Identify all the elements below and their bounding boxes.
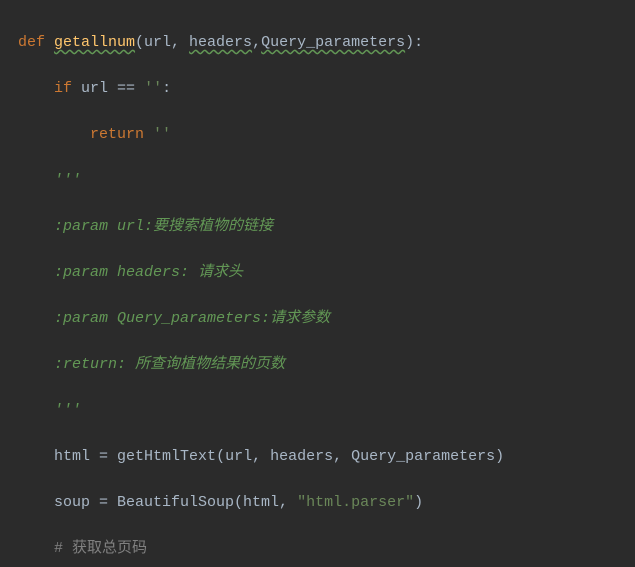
code-editor[interactable]: def getallnum(url, headers,Query_paramet… <box>0 0 635 567</box>
docstring-close: ''' <box>54 402 81 419</box>
assign: html = <box>54 448 117 465</box>
code-line: ''' <box>18 399 635 422</box>
string-empty: '' <box>135 80 162 97</box>
code-line: return '' <box>18 123 635 146</box>
close: ) <box>414 494 423 511</box>
comment: # 获取总页码 <box>54 540 147 557</box>
code-line: :param url:要搜索植物的链接 <box>18 215 635 238</box>
params-close: ): <box>405 34 423 51</box>
function-name: getallnum <box>54 34 135 51</box>
args: (url, headers, Query_parameters) <box>216 448 504 465</box>
code-line: html = getHtmlText(url, headers, Query_p… <box>18 445 635 468</box>
code-line: :param headers: 请求头 <box>18 261 635 284</box>
colon: : <box>162 80 171 97</box>
code-line: if url == '': <box>18 77 635 100</box>
keyword-def: def <box>18 34 54 51</box>
code-line: soup = BeautifulSoup(html, "html.parser"… <box>18 491 635 514</box>
assign: soup = BeautifulSoup(html, <box>54 494 297 511</box>
call: getHtmlText <box>117 448 216 465</box>
param-headers: headers <box>189 34 252 51</box>
docstring: :param headers: 请求头 <box>54 264 243 281</box>
docstring: :param url:要搜索植物的链接 <box>54 218 273 235</box>
comma: , <box>252 34 261 51</box>
code-line: :param Query_parameters:请求参数 <box>18 307 635 330</box>
keyword-if: if <box>54 80 72 97</box>
expr: url <box>72 80 117 97</box>
code-line: :return: 所查询植物结果的页数 <box>18 353 635 376</box>
string-empty: '' <box>144 126 171 143</box>
docstring-open: ''' <box>54 172 81 189</box>
code-line: # 获取总页码 <box>18 537 635 560</box>
code-line: def getallnum(url, headers,Query_paramet… <box>18 31 635 54</box>
keyword-return: return <box>90 126 144 143</box>
code-line: ''' <box>18 169 635 192</box>
string: "html.parser" <box>297 494 414 511</box>
params-open: (url, <box>135 34 189 51</box>
docstring: :param Query_parameters:请求参数 <box>54 310 330 327</box>
docstring: :return: 所查询植物结果的页数 <box>54 356 285 373</box>
operator: == <box>117 80 135 97</box>
param-query: Query_parameters <box>261 34 405 51</box>
